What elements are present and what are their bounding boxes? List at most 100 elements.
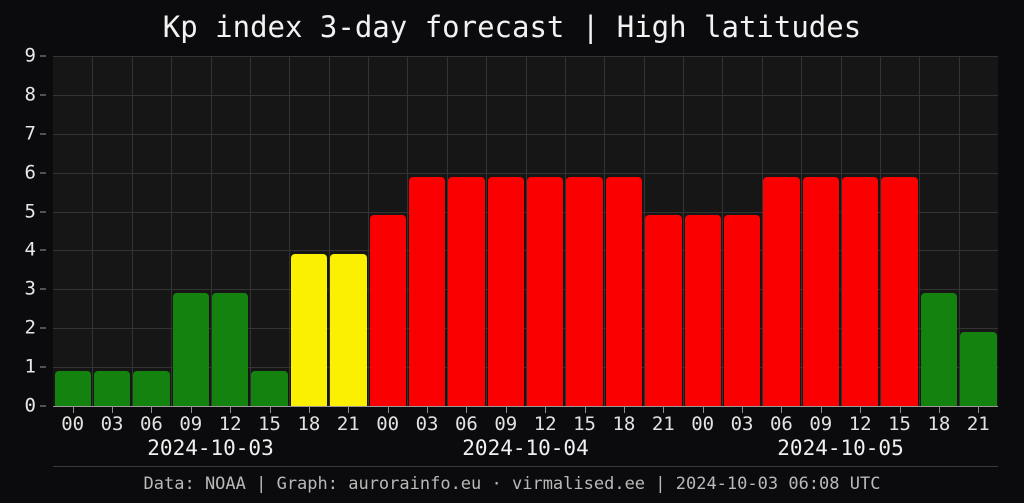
y-axis-tick-label: 7	[24, 122, 36, 145]
x-axis-tick-mark	[820, 406, 822, 413]
x-axis-hour-label: 03	[415, 413, 439, 435]
bar	[723, 215, 761, 406]
x-axis-hour-label: 06	[454, 413, 478, 435]
y-axis-tick-mark	[40, 405, 46, 407]
bar	[54, 371, 91, 406]
x-axis-hour-label: 09	[809, 413, 833, 435]
x-axis-hour-label: 21	[336, 413, 360, 435]
plot-area	[53, 56, 998, 407]
bar	[842, 176, 879, 406]
chart-title: Kp index 3-day forecast | High latitudes	[162, 10, 862, 44]
x-axis-tick-mark	[387, 406, 389, 413]
x-axis-tick-mark	[308, 406, 310, 413]
bar	[881, 176, 918, 406]
bar	[133, 371, 170, 406]
bar	[172, 293, 209, 406]
bar	[645, 215, 682, 406]
x-axis-hour-label: 18	[612, 413, 636, 435]
y-axis: 0123456789	[0, 46, 46, 415]
x-axis-tick-mark	[466, 406, 468, 413]
x-axis-tick-mark	[230, 406, 232, 413]
x-axis-tick-mark	[702, 406, 704, 413]
x-axis-tick-mark	[505, 406, 507, 413]
x-axis-day-label: 2024-10-03	[147, 436, 274, 460]
x-axis-hour-label: 15	[573, 413, 597, 435]
bar	[763, 176, 800, 406]
bar	[251, 371, 288, 406]
x-axis-tick-mark	[781, 406, 783, 413]
x-axis-hour-label: 21	[966, 413, 990, 435]
y-axis-tick-mark	[40, 94, 46, 96]
footer-credits: Data: NOAA | Graph: aurorainfo.eu · virm…	[143, 474, 881, 494]
x-axis-hour-label: 12	[848, 413, 872, 435]
x-axis-tick-mark	[269, 406, 271, 413]
y-axis-tick-label: 5	[24, 200, 36, 223]
x-axis-tick-mark	[348, 406, 350, 413]
bar	[802, 176, 839, 406]
y-axis-tick-label: 6	[24, 161, 36, 184]
y-axis-tick-mark	[40, 366, 46, 368]
bar	[369, 215, 406, 406]
y-axis-tick-label: 8	[24, 83, 36, 106]
bar	[960, 332, 997, 406]
y-axis-tick-label: 4	[24, 238, 36, 261]
x-axis-hour-label: 06	[769, 413, 793, 435]
x-axis-tick-mark	[72, 406, 74, 413]
bar-series	[53, 56, 998, 406]
x-axis-day-label: 2024-10-05	[777, 436, 904, 460]
bar	[93, 371, 131, 406]
x-axis-hour-label: 21	[651, 413, 675, 435]
y-axis-tick-mark	[40, 172, 46, 174]
y-axis-tick-mark	[40, 133, 46, 135]
bar	[330, 254, 367, 406]
x-axis-hour-label: 06	[139, 413, 163, 435]
y-axis-tick-mark	[40, 211, 46, 213]
x-axis-tick-mark	[899, 406, 901, 413]
x-axis-hour-label: 12	[533, 413, 557, 435]
x-axis-hour-label: 03	[730, 413, 754, 435]
x-axis-hour-label: 09	[179, 413, 203, 435]
x-axis-hour-label: 03	[100, 413, 124, 435]
y-axis-tick-mark	[40, 249, 46, 251]
x-axis-tick-mark	[584, 406, 586, 413]
x-axis-tick-mark	[545, 406, 547, 413]
x-axis-hour-label: 00	[61, 413, 85, 435]
bar	[448, 176, 485, 406]
y-axis-tick-label: 9	[24, 44, 36, 67]
y-axis-tick-label: 1	[24, 355, 36, 378]
x-axis-tick-mark	[151, 406, 153, 413]
chart-page: Kp index 3-day forecast | High latitudes…	[0, 0, 1024, 503]
bar	[920, 293, 958, 406]
bar	[487, 176, 524, 406]
x-axis-hour-label: 12	[218, 413, 242, 435]
x-axis-tick-mark	[190, 406, 192, 413]
bar	[527, 176, 564, 406]
y-axis-tick-label: 3	[24, 277, 36, 300]
x-axis-tick-mark	[663, 406, 665, 413]
footer-divider	[53, 466, 998, 467]
y-axis-tick-mark	[40, 327, 46, 329]
x-axis-hour-label: 15	[888, 413, 912, 435]
y-axis-tick-mark	[40, 55, 46, 57]
x-axis-hour-labels: 00 03 06 09 12 15 18 21 00 03 06 09 12 15 18 21 00 03 06 09…	[0, 413, 1024, 437]
x-axis-tick-mark	[623, 406, 625, 413]
bar	[566, 176, 603, 406]
x-axis-hour-label: 00	[691, 413, 715, 435]
x-axis-tick-mark	[978, 406, 980, 413]
bar	[684, 215, 721, 406]
y-axis-tick-label: 2	[24, 316, 36, 339]
x-axis-tick-mark	[938, 406, 940, 413]
x-axis-hour-label: 15	[258, 413, 282, 435]
y-axis-tick-mark	[40, 288, 46, 290]
x-axis-hour-label: 09	[494, 413, 518, 435]
x-axis-day-label: 2024-10-04	[462, 436, 589, 460]
x-axis-hour-label: 18	[927, 413, 951, 435]
x-axis-day-labels: 2024-10-03 2024-10-04 2024-10-05	[0, 436, 1024, 462]
bar	[212, 293, 249, 406]
x-axis-tick-mark	[112, 406, 114, 413]
x-axis-tick-mark	[427, 406, 429, 413]
bar	[408, 176, 446, 406]
x-axis-tick-mark	[742, 406, 744, 413]
x-axis-hour-label: 18	[297, 413, 321, 435]
x-axis-tick-mark	[860, 406, 862, 413]
